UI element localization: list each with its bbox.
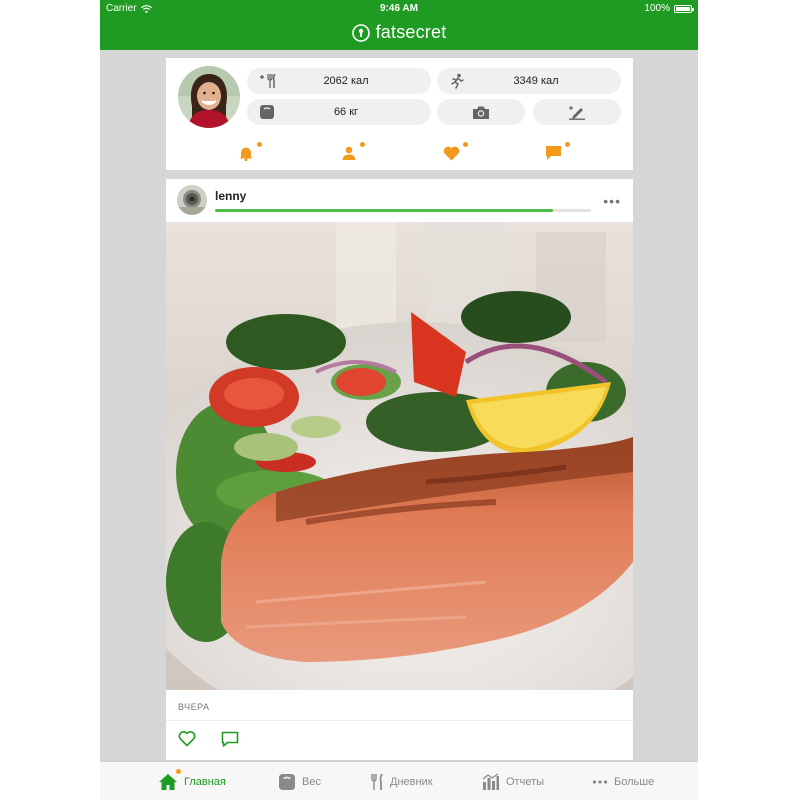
like-button[interactable] — [178, 731, 198, 749]
post-photo[interactable] — [166, 222, 633, 690]
status-time: 9:46 AM — [380, 3, 418, 14]
messages-button[interactable] — [544, 142, 570, 162]
heart-outline-icon — [178, 731, 196, 747]
profile-summary-card: 2062 кал 3349 кал 66 кг — [166, 58, 633, 170]
exercise-calories-pill[interactable]: 3349 кал — [437, 68, 621, 94]
tab-label: Дневник — [390, 776, 433, 788]
bar-chart-icon — [482, 773, 499, 790]
tab-home[interactable]: Главная — [158, 769, 226, 793]
brand-name: fatsecret — [375, 22, 447, 42]
more-dots-icon — [592, 780, 608, 784]
top-bar: Carrier 9:46 AM 100% fatsecret — [100, 0, 698, 50]
notification-dot — [463, 142, 468, 147]
tab-label: Главная — [184, 776, 226, 788]
notification-dot — [176, 769, 181, 774]
fork-knife-icon — [371, 773, 383, 790]
camera-icon — [473, 106, 489, 119]
pencil-icon — [569, 106, 585, 120]
bell-icon — [239, 147, 253, 161]
feed-post: lenny ••• ВЧЕРА — [166, 179, 633, 760]
edit-button[interactable] — [533, 99, 621, 125]
notification-dot — [257, 142, 262, 147]
bottom-tab-bar: Главная Вес Дневник Отчеты Больше — [100, 761, 698, 800]
scale-icon — [260, 105, 274, 119]
tab-label: Больше — [614, 776, 655, 788]
home-icon — [159, 774, 177, 790]
post-timestamp: ВЧЕРА — [178, 702, 210, 712]
tab-reports[interactable]: Отчеты — [482, 771, 544, 793]
app-logo: fatsecret — [100, 22, 698, 43]
tab-label: Отчеты — [506, 776, 545, 788]
friend-requests-button[interactable] — [339, 142, 365, 162]
person-icon — [342, 146, 356, 160]
notification-dot — [565, 142, 570, 147]
heart-icon — [443, 146, 460, 161]
tab-label: Вес — [302, 776, 321, 788]
runner-icon — [451, 73, 464, 89]
comment-button[interactable] — [221, 731, 241, 749]
battery-info: 100% — [644, 3, 694, 14]
progress-fill — [215, 209, 554, 212]
weight-pill[interactable]: 66 кг — [247, 99, 431, 125]
notifications-button[interactable] — [236, 142, 262, 162]
tab-diary[interactable]: Дневник — [370, 771, 433, 793]
battery-percent: 100% — [644, 3, 670, 14]
avatar[interactable] — [178, 66, 240, 128]
battery-icon — [674, 4, 694, 13]
status-bar: Carrier 9:46 AM 100% — [100, 0, 698, 18]
post-options-button[interactable]: ••• — [603, 193, 621, 209]
scale-icon — [279, 774, 295, 790]
camera-button[interactable] — [437, 99, 525, 125]
notification-dot — [360, 142, 365, 147]
fork-knife-icon — [260, 73, 276, 88]
daily-goal-progress — [215, 209, 591, 212]
post-author-name[interactable]: lenny — [215, 189, 246, 203]
chat-icon — [546, 146, 561, 160]
app-screen: Carrier 9:46 AM 100% fatsecret 2062 кал … — [100, 0, 698, 800]
divider — [166, 720, 633, 721]
post-author-avatar[interactable] — [177, 185, 207, 215]
food-calories-pill[interactable]: 2062 кал — [247, 68, 431, 94]
keyhole-icon — [351, 23, 370, 42]
tab-more[interactable]: Больше — [592, 771, 654, 793]
likes-button[interactable] — [442, 142, 468, 162]
tab-weight[interactable]: Вес — [278, 771, 321, 793]
comment-icon — [221, 731, 239, 747]
